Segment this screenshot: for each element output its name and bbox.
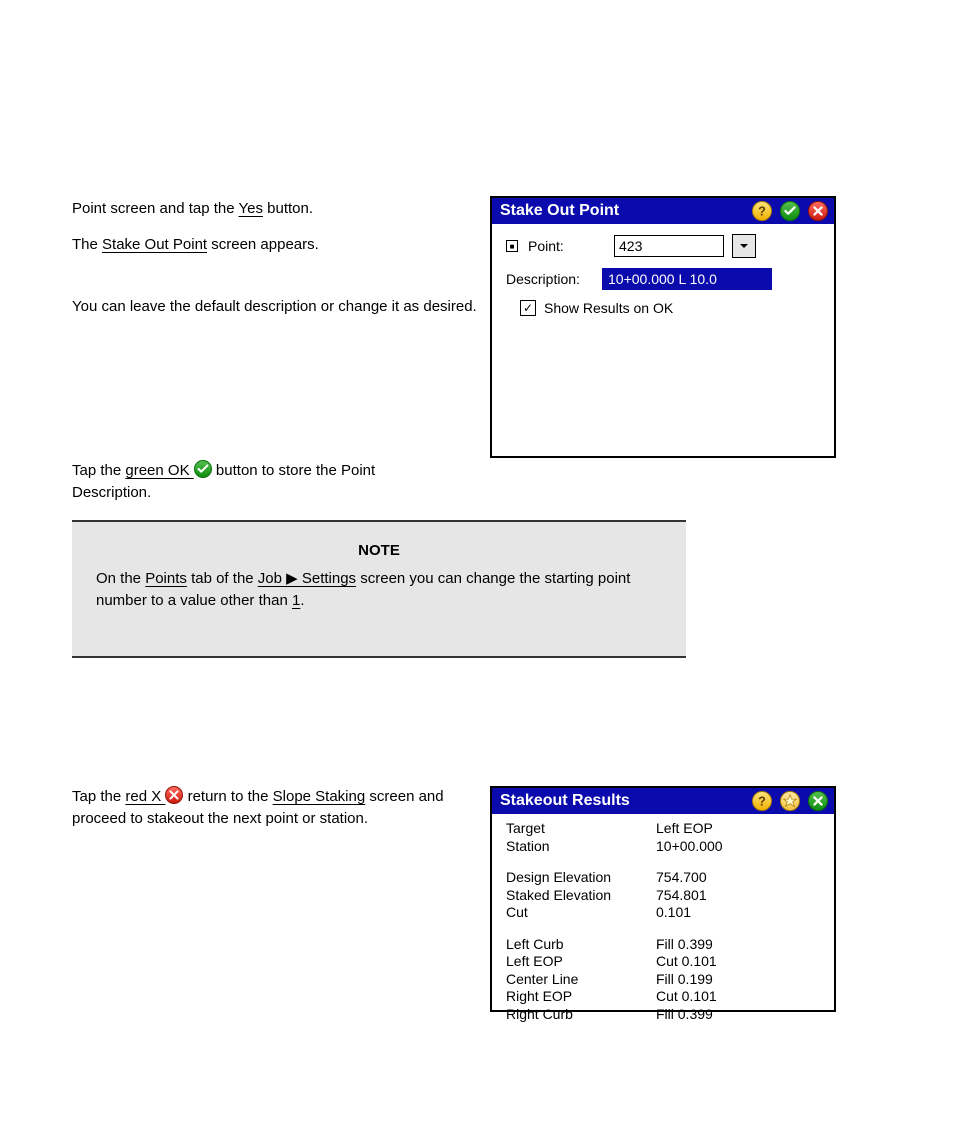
dialog-stake-out-point: Stake Out Point ? ■ Point: — [490, 196, 836, 458]
note-box: NOTE On the Points tab of the Job ▶ Sett… — [72, 520, 686, 658]
field-row-point: ■ Point: — [506, 234, 820, 258]
tab-name-points: Points — [145, 570, 187, 587]
results-row: Cut0.101 — [506, 904, 820, 922]
text: button. — [263, 200, 313, 217]
note-text: On the Points tab of the Job ▶ Settings … — [96, 568, 662, 612]
note-heading: NOTE — [96, 540, 662, 562]
text: tab of the — [187, 570, 258, 587]
results-row: Design Elevation754.700 — [506, 869, 820, 887]
paragraph-red-x: Tap the red X return to the Slope Stakin… — [72, 786, 462, 830]
dialog-titlebar: Stakeout Results ? — [492, 788, 834, 814]
paragraph-green-ok: Tap the green OK button to store the Poi… — [72, 460, 482, 504]
text: return to the — [188, 788, 273, 805]
label-description: Description: — [506, 271, 602, 287]
checkbox-row-show-results: ✓ Show Results on OK — [520, 300, 820, 316]
result-value: 10+00.000 — [656, 838, 820, 856]
text: screen appears. — [207, 236, 319, 253]
result-key: Right EOP — [506, 988, 656, 1006]
red-x-icon — [165, 786, 183, 804]
screen-name-slope-staking: Slope Staking — [273, 788, 366, 805]
result-key: Station — [506, 838, 656, 856]
results-row: Center LineFill 0.199 — [506, 971, 820, 989]
result-key: Center Line — [506, 971, 656, 989]
result-value: 754.700 — [656, 869, 820, 887]
result-key: Cut — [506, 904, 656, 922]
text: On the — [96, 570, 145, 587]
text: Description. — [72, 484, 151, 501]
results-body: TargetLeft EOP Station10+00.000 Design E… — [492, 814, 834, 1041]
results-row: Right EOPCut 0.101 — [506, 988, 820, 1006]
svg-text:?: ? — [758, 795, 766, 809]
result-key: Right Curb — [506, 1006, 656, 1024]
help-icon[interactable]: ? — [752, 201, 772, 221]
help-icon[interactable]: ? — [752, 791, 772, 811]
text: Tap the — [72, 788, 125, 805]
link-green-ok: green OK — [125, 462, 193, 479]
results-row: Right CurbFill 0.399 — [506, 1006, 820, 1024]
square-marker-icon: ■ — [506, 240, 518, 252]
results-row: Staked Elevation754.801 — [506, 887, 820, 905]
star-icon[interactable] — [780, 791, 800, 811]
field-row-description: Description: — [506, 268, 820, 290]
result-value: Cut 0.101 — [656, 953, 820, 971]
result-value: Left EOP — [656, 820, 820, 838]
green-check-icon — [194, 460, 212, 478]
dialog-stakeout-results: Stakeout Results ? TargetLeft EOP Statio… — [490, 786, 836, 1012]
results-row: Left CurbFill 0.399 — [506, 936, 820, 954]
link-yes: Yes — [239, 200, 263, 217]
result-key: Target — [506, 820, 656, 838]
close-icon[interactable] — [808, 201, 828, 221]
svg-text:?: ? — [758, 205, 766, 219]
ok-icon[interactable] — [808, 791, 828, 811]
result-value: Cut 0.101 — [656, 988, 820, 1006]
point-dropdown-button[interactable] — [732, 234, 756, 258]
result-value: 0.101 — [656, 904, 820, 922]
paragraph-store-point: Point screen and tap the Yes button. The… — [72, 198, 482, 317]
dialog-body: ■ Point: Description: ✓ Show Results on … — [492, 224, 834, 330]
result-key: Left EOP — [506, 953, 656, 971]
results-row: Left EOPCut 0.101 — [506, 953, 820, 971]
result-value: Fill 0.399 — [656, 1006, 820, 1024]
show-results-checkbox[interactable]: ✓ — [520, 300, 536, 316]
text: . — [300, 592, 304, 609]
result-key: Left Curb — [506, 936, 656, 954]
dialog-title: Stake Out Point — [500, 202, 619, 220]
label-show-results: Show Results on OK — [544, 300, 673, 316]
paragraph-description-hint: You can leave the default description or… — [72, 296, 482, 318]
result-value: 754.801 — [656, 887, 820, 905]
chevron-down-icon — [738, 240, 750, 252]
description-input[interactable] — [602, 268, 772, 290]
link-red-x: red X — [125, 788, 165, 805]
screen-name-job-settings: Job ▶ Settings — [258, 570, 356, 587]
dialog-titlebar: Stake Out Point ? — [492, 198, 834, 224]
result-key: Staked Elevation — [506, 887, 656, 905]
text: Tap the — [72, 462, 125, 479]
dialog-title: Stakeout Results — [500, 792, 630, 810]
result-key: Design Elevation — [506, 869, 656, 887]
results-row: TargetLeft EOP — [506, 820, 820, 838]
text: The — [72, 236, 102, 253]
result-value: Fill 0.199 — [656, 971, 820, 989]
result-value: Fill 0.399 — [656, 936, 820, 954]
ok-icon[interactable] — [780, 201, 800, 221]
screen-name-stake-out-point: Stake Out Point — [102, 236, 207, 253]
point-input[interactable] — [614, 235, 724, 257]
results-row: Station10+00.000 — [506, 838, 820, 856]
text: Point screen and tap the — [72, 200, 239, 217]
text: button to store the Point — [216, 462, 375, 479]
label-point: Point: — [528, 238, 614, 254]
